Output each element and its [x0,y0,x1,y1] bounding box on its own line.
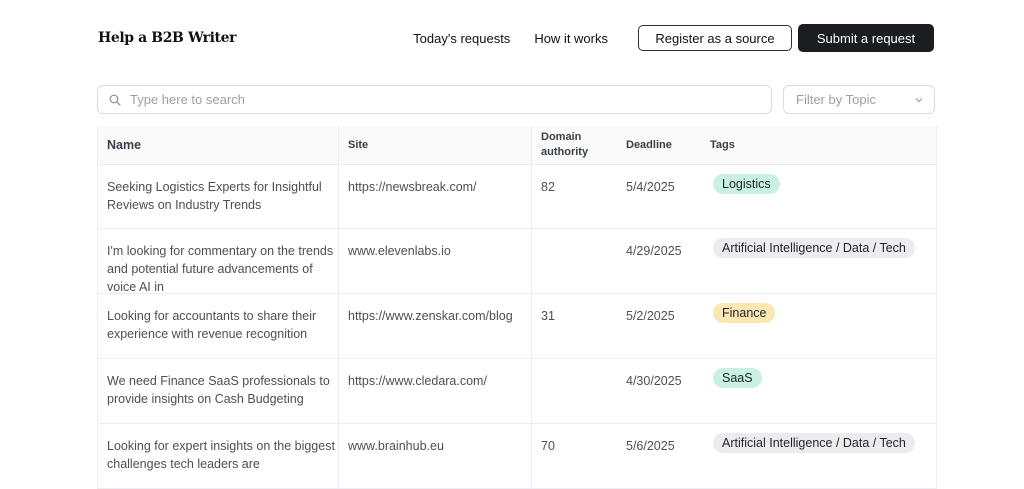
tag-badge[interactable]: Logistics [713,174,780,194]
row-site: https://newsbreak.com/ [339,165,532,228]
table-row[interactable]: Looking for expert insights on the bigge… [98,424,936,489]
top-nav: Today's requests How it works Register a… [413,24,934,52]
row-site: https://www.cledara.com/ [339,359,532,423]
table-header: Name Site Domain authority Deadline Tags [98,126,936,165]
table-row[interactable]: Looking for accountants to share their e… [98,294,936,359]
topic-filter-placeholder: Filter by Topic [796,92,876,107]
row-deadline: 5/6/2025 [626,439,675,453]
row-domain-authority: 31 [541,309,555,323]
row-name[interactable]: Looking for expert insights on the bigge… [98,424,339,488]
column-header-deadline: Deadline [626,139,672,151]
row-name[interactable]: Seeking Logistics Experts for Insightful… [98,165,339,228]
requests-table: Name Site Domain authority Deadline Tags… [97,126,937,489]
row-tags: Logistics [701,165,936,228]
table-row[interactable]: We need Finance SaaS professionals to pr… [98,359,936,424]
chevron-down-icon [914,95,924,105]
row-deadline: 5/2/2025 [626,309,675,323]
search-bar[interactable] [97,85,772,114]
table-row[interactable]: I'm looking for commentary on the trends… [98,229,936,294]
column-header-name: Name [98,126,339,164]
tag-badge[interactable]: Artificial Intelligence / Data / Tech [713,238,915,258]
row-deadline: 4/30/2025 [626,374,682,388]
row-site: https://www.zenskar.com/blog [339,294,532,358]
row-deadline: 4/29/2025 [626,244,682,258]
row-domain-authority [532,359,617,423]
search-input[interactable] [128,91,752,108]
row-site: www.brainhub.eu [339,424,532,488]
table-row[interactable]: Seeking Logistics Experts for Insightful… [98,165,936,229]
column-header-site: Site [339,126,532,164]
row-name[interactable]: Looking for accountants to share their e… [98,294,339,358]
tag-badge[interactable]: SaaS [713,368,762,388]
row-tags: Artificial Intelligence / Data / Tech [701,229,936,293]
row-tags: Finance [701,294,936,358]
topic-filter-select[interactable]: Filter by Topic [783,85,935,114]
column-header-tags: Tags [710,139,735,151]
row-domain-authority: 82 [541,180,555,194]
row-name[interactable]: I'm looking for commentary on the trends… [98,229,339,293]
search-icon [109,94,121,106]
row-domain-authority [532,229,617,293]
register-source-button[interactable]: Register as a source [638,25,792,51]
tag-badge[interactable]: Artificial Intelligence / Data / Tech [713,433,915,453]
row-deadline: 5/4/2025 [626,180,675,194]
nav-todays-requests[interactable]: Today's requests [413,31,510,46]
top-header: Help a B2B Writer Today's requests How i… [98,24,934,52]
nav-how-it-works[interactable]: How it works [534,31,608,46]
column-header-domain-authority: Domain authority [541,131,589,158]
row-site: www.elevenlabs.io [339,229,532,293]
row-name[interactable]: We need Finance SaaS professionals to pr… [98,359,339,423]
row-tags: SaaS [701,359,936,423]
row-domain-authority: 70 [541,439,555,453]
row-tags: Artificial Intelligence / Data / Tech [701,424,936,488]
submit-request-button[interactable]: Submit a request [798,24,934,52]
tag-badge[interactable]: Finance [713,303,776,323]
site-logo[interactable]: Help a B2B Writer [98,30,236,46]
